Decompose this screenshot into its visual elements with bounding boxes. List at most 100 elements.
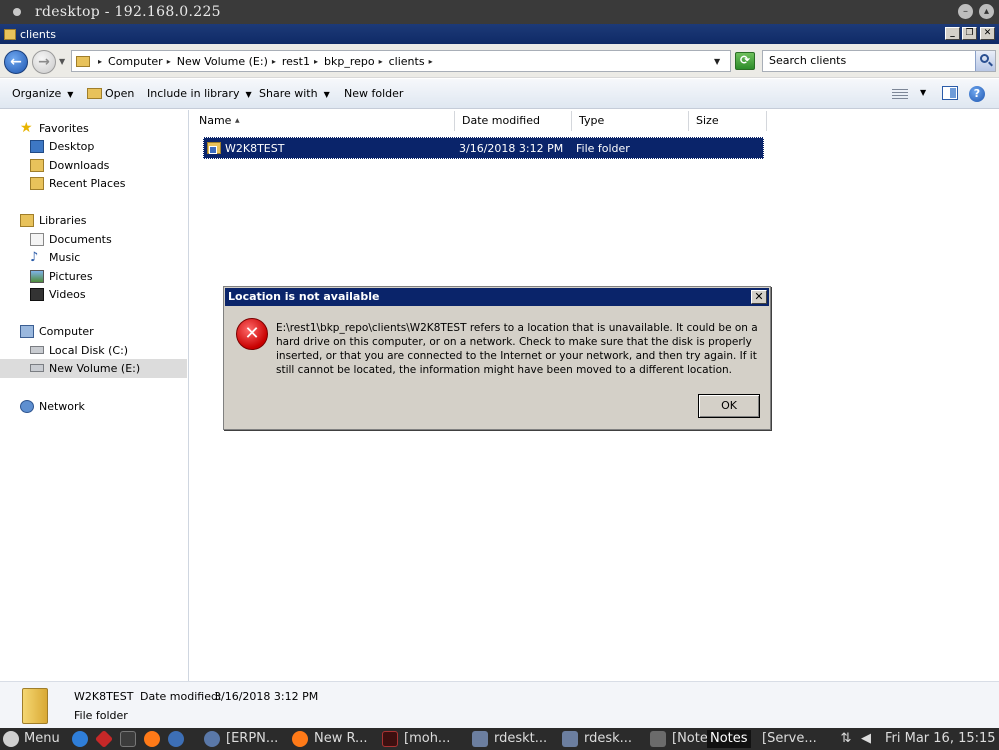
forward-button[interactable]: → (32, 50, 56, 74)
task-notes-1[interactable]: [Note (672, 730, 708, 748)
nav-libraries[interactable]: Libraries (20, 211, 87, 229)
task-erpn-icon (204, 731, 220, 747)
nav-local-disk[interactable]: Local Disk (C:) (30, 341, 128, 359)
nav-desktop[interactable]: Desktop (30, 137, 94, 155)
file-date: 3/16/2018 3:12 PM (459, 142, 564, 155)
nav-label: Downloads (49, 158, 110, 172)
address-dropdown-icon[interactable]: ▼ (714, 57, 720, 66)
nav-recent-places[interactable]: Recent Places (30, 174, 126, 192)
nav-label: Network (39, 399, 85, 413)
column-name[interactable]: Name ▲ (192, 111, 455, 131)
dialog-title: Location is not available (228, 290, 380, 303)
nav-network[interactable]: Network (20, 397, 85, 415)
chevron-down-icon: ▼ (323, 90, 330, 99)
explorer-titlebar: clients _ ❐ ✕ (0, 24, 999, 44)
file-name: W2K8TEST (225, 142, 285, 155)
minimize-icon[interactable]: – (958, 4, 973, 19)
task-notes-2[interactable]: Notes (707, 730, 751, 748)
column-size[interactable]: Size (689, 111, 767, 131)
column-date-label: Date modified (462, 114, 540, 127)
nav-label: Desktop (49, 139, 95, 153)
nav-documents[interactable]: Documents (30, 230, 112, 248)
nav-label: Computer (39, 324, 94, 338)
new-folder-button[interactable]: New folder (344, 87, 403, 100)
restore-button[interactable]: ❐ (962, 27, 977, 40)
chevron-right-icon[interactable]: ▸ (272, 57, 276, 66)
nav-computer[interactable]: Computer (20, 322, 94, 340)
open-label: Open (105, 87, 135, 100)
task-rdesktop-1[interactable]: rdeskt... (494, 730, 547, 748)
ok-button[interactable]: OK (698, 394, 760, 418)
nav-videos[interactable]: Videos (30, 285, 86, 303)
close-button[interactable]: ✕ (980, 27, 995, 40)
recent-pages-icon[interactable]: ▼ (59, 57, 65, 66)
organize-button[interactable]: Organize ▼ (12, 87, 73, 100)
terminal-icon[interactable] (120, 731, 136, 747)
task-erpn[interactable]: [ERPN... (226, 730, 278, 748)
details-type: File folder (74, 709, 128, 722)
chevron-down-icon[interactable]: ▼ (920, 88, 926, 97)
breadcrumb-rest1[interactable]: rest1 (282, 55, 310, 68)
tray-arrows-icon[interactable]: ⇅ (838, 731, 854, 747)
nav-pictures[interactable]: Pictures (30, 267, 93, 285)
share-with-button[interactable]: Share with ▼ (259, 87, 330, 100)
breadcrumb[interactable]: ▸ Computer ▸ New Volume (E:) ▸ rest1 ▸ b… (71, 50, 731, 72)
table-row[interactable]: W2K8TEST 3/16/2018 3:12 PM File folder (203, 137, 764, 159)
firefox-icon[interactable] (144, 731, 160, 747)
libraries-icon (20, 213, 34, 227)
new-folder-label: New folder (344, 87, 404, 100)
search-icon[interactable] (975, 51, 995, 71)
chevron-right-icon[interactable]: ▸ (314, 57, 318, 66)
open-button[interactable]: Open (105, 87, 134, 100)
chevron-right-icon[interactable]: ▸ (379, 57, 383, 66)
chevron-down-icon: ▼ (67, 90, 74, 99)
taskbar: Menu [ERPN... New R... [moh... rdeskt...… (0, 728, 999, 750)
column-date-modified[interactable]: Date modified (455, 111, 572, 131)
nav-downloads[interactable]: Downloads (30, 156, 109, 174)
recent-places-icon (30, 176, 44, 190)
refresh-button[interactable]: ⟳ (735, 52, 755, 70)
volume-icon[interactable]: ◀ (858, 731, 874, 747)
view-options-icon[interactable] (892, 88, 908, 100)
task-new-r[interactable]: New R... (314, 730, 367, 748)
breadcrumb-computer[interactable]: Computer (108, 55, 163, 68)
task-rdesktop-2[interactable]: rdesk... (584, 730, 632, 748)
browser-icon[interactable] (168, 731, 184, 747)
breadcrumb-new-volume[interactable]: New Volume (E:) (177, 55, 268, 68)
minimize-button[interactable]: _ (945, 27, 960, 40)
dialog-close-button[interactable]: ✕ (751, 290, 767, 304)
window-menu-icon[interactable] (13, 8, 21, 16)
app-red-icon[interactable] (94, 729, 114, 749)
column-type[interactable]: Type (572, 111, 689, 131)
breadcrumb-bkp-repo[interactable]: bkp_repo (324, 55, 375, 68)
menu-button[interactable]: Menu (24, 730, 60, 748)
chevron-right-icon[interactable]: ▸ (98, 57, 102, 66)
chevron-right-icon[interactable]: ▸ (429, 57, 433, 66)
chevron-right-icon[interactable]: ▸ (167, 57, 171, 66)
task-server[interactable]: [Serve... (762, 730, 817, 748)
search-input[interactable]: Search clients (762, 50, 996, 72)
back-button[interactable]: ← (4, 50, 28, 74)
pictures-icon (30, 269, 44, 283)
maximize-icon[interactable]: ▴ (979, 4, 994, 19)
clock[interactable]: Fri Mar 16, 15:15 (885, 730, 996, 748)
details-date-label: Date modified: (140, 690, 222, 703)
nav-label: New Volume (E:) (49, 361, 141, 375)
task-moh[interactable]: [moh... (404, 730, 450, 748)
preview-pane-icon[interactable] (942, 86, 958, 100)
address-row: ← → ▼ ▸ Computer ▸ New Volume (E:) ▸ res… (0, 44, 999, 78)
menu-icon[interactable] (3, 731, 19, 747)
nav-new-volume[interactable]: New Volume (E:) (30, 359, 140, 377)
search-placeholder: Search clients (769, 54, 847, 67)
include-in-library-button[interactable]: Include in library ▼ (147, 87, 252, 100)
local-disk-icon (30, 346, 44, 354)
teamviewer-icon[interactable] (72, 731, 88, 747)
help-icon[interactable]: ? (969, 86, 985, 102)
documents-icon (30, 232, 44, 246)
nav-music[interactable]: ♪ Music (30, 248, 80, 266)
share-label: Share with (259, 87, 318, 100)
task-terminal-icon (382, 731, 398, 747)
breadcrumb-clients[interactable]: clients (389, 55, 425, 68)
nav-favorites[interactable]: ★ Favorites (20, 119, 89, 137)
explorer-title: clients (20, 27, 56, 41)
